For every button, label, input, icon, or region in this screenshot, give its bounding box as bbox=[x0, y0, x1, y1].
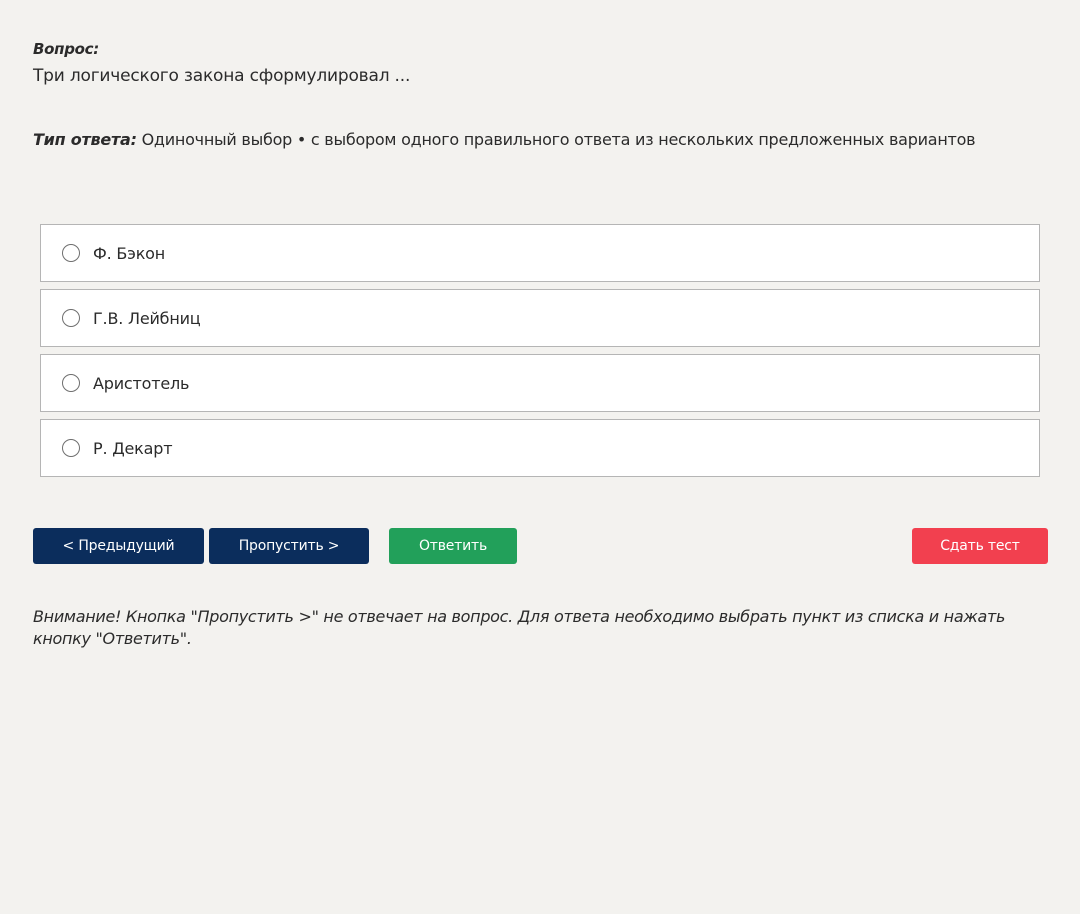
answer-type-value: Одиночный выбор • с выбором одного прави… bbox=[141, 130, 976, 149]
option-label: Г.В. Лейбниц bbox=[93, 308, 201, 328]
previous-button[interactable]: < Предыдущий bbox=[33, 528, 204, 564]
answer-option[interactable]: Аристотель bbox=[40, 354, 1040, 412]
answer-type-label: Тип ответа: bbox=[33, 130, 137, 149]
answer-button[interactable]: Ответить bbox=[389, 528, 517, 564]
option-label: Р. Декарт bbox=[93, 438, 173, 458]
answer-option[interactable]: Р. Декарт bbox=[40, 419, 1040, 477]
option-label: Аристотель bbox=[93, 373, 190, 393]
answer-options: Ф. Бэкон Г.В. Лейбниц Аристотель Р. Дека… bbox=[40, 224, 1040, 484]
answer-option[interactable]: Ф. Бэкон bbox=[40, 224, 1040, 282]
test-page: Вопрос: Три логического закона сформулир… bbox=[0, 0, 1080, 914]
radio-button[interactable] bbox=[62, 244, 80, 262]
answer-type: Тип ответа: Одиночный выбор • с выбором … bbox=[33, 130, 976, 149]
radio-button[interactable] bbox=[62, 309, 80, 327]
answer-option[interactable]: Г.В. Лейбниц bbox=[40, 289, 1040, 347]
skip-button[interactable]: Пропустить > bbox=[209, 528, 369, 564]
notice-text: Внимание! Кнопка "Пропустить >" не отвеч… bbox=[33, 607, 1006, 648]
submit-test-button[interactable]: Сдать тест bbox=[912, 528, 1048, 564]
radio-button[interactable] bbox=[62, 439, 80, 457]
question-text: Три логического закона сформулировал ... bbox=[33, 66, 411, 86]
option-label: Ф. Бэкон bbox=[93, 243, 166, 263]
question-label: Вопрос: bbox=[33, 40, 99, 58]
radio-button[interactable] bbox=[62, 374, 80, 392]
